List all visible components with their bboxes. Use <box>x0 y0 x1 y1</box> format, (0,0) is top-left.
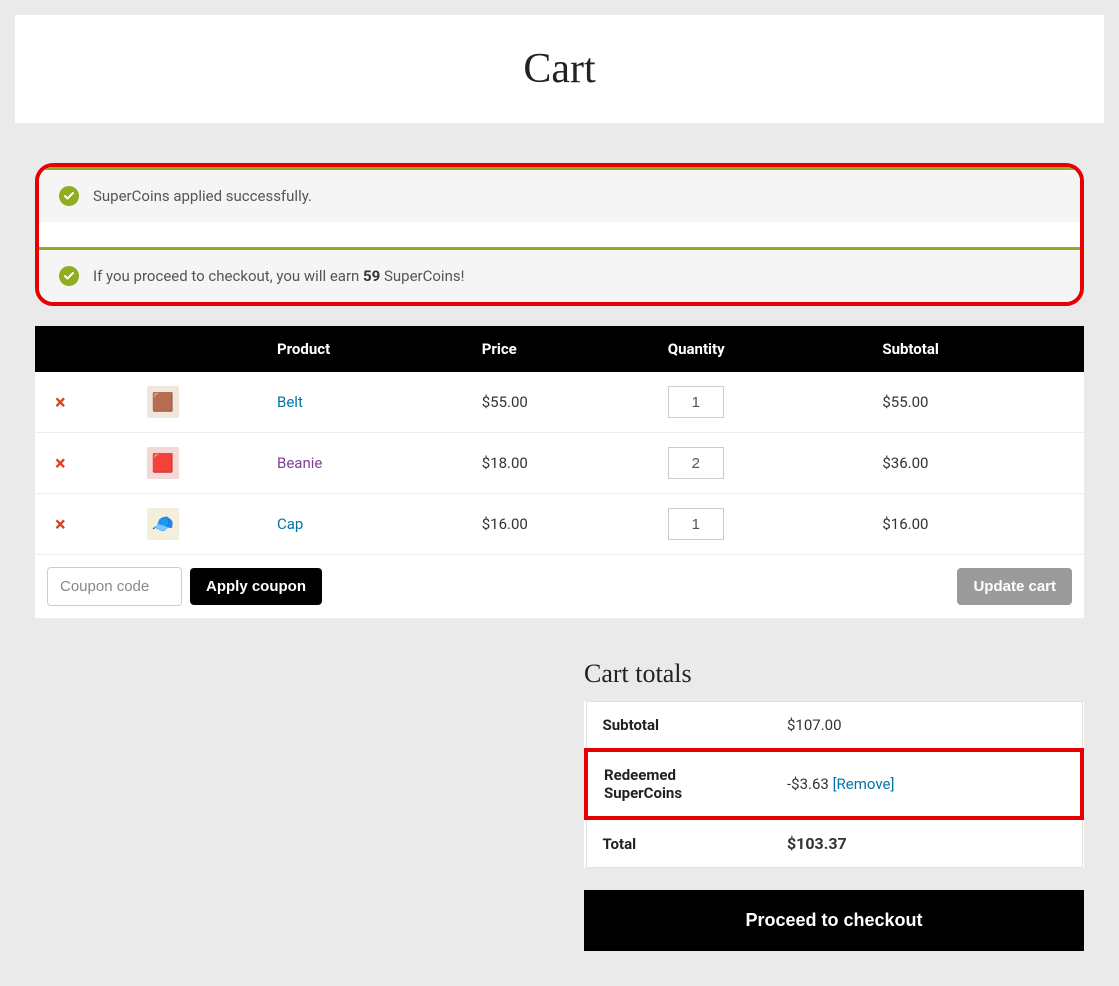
total-value: $103.37 <box>771 818 1082 868</box>
redeemed-value: -$3.63 <box>787 775 829 793</box>
quantity-input[interactable] <box>668 386 724 418</box>
notice-gap <box>39 222 1080 247</box>
table-row: × 🟥 Beanie $18.00 $36.00 <box>35 433 1084 494</box>
proceed-to-checkout-button[interactable]: Proceed to checkout <box>584 890 1084 951</box>
product-link[interactable]: Cap <box>277 515 303 533</box>
product-subtotal: $55.00 <box>870 372 1084 433</box>
apply-coupon-button[interactable]: Apply coupon <box>190 568 322 605</box>
totals-redeemed-row: Redeemed SuperCoins -$3.63 [Remove] <box>586 750 1082 818</box>
remove-item-link[interactable]: × <box>47 512 66 536</box>
cart-table: Product Price Quantity Subtotal × 🟫 Belt $5… <box>35 326 1084 619</box>
notices-callout: SuperCoins applied successfully. If you … <box>35 163 1084 306</box>
coupon-group: Apply coupon <box>47 567 322 606</box>
redeemed-label: Redeemed SuperCoins <box>586 750 771 818</box>
notice-supercoins-applied: SuperCoins applied successfully. <box>39 167 1080 222</box>
product-price: $18.00 <box>470 433 656 494</box>
page-title: Cart <box>15 45 1104 93</box>
product-price: $16.00 <box>470 494 656 555</box>
table-row: × 🟫 Belt $55.00 $55.00 <box>35 372 1084 433</box>
col-thumb-header <box>135 326 265 372</box>
product-subtotal: $16.00 <box>870 494 1084 555</box>
notice-earn-suffix: SuperCoins! <box>380 267 464 285</box>
quantity-input[interactable] <box>668 447 724 479</box>
col-price-header: Price <box>470 326 656 372</box>
remove-item-link[interactable]: × <box>47 451 66 475</box>
totals-table: Subtotal $107.00 Redeemed SuperCoins -$3… <box>584 701 1084 868</box>
product-link[interactable]: Belt <box>277 393 303 411</box>
total-label: Total <box>586 818 771 868</box>
check-icon <box>59 266 79 286</box>
notice-text: If you proceed to checkout, you will ear… <box>93 267 464 285</box>
redeemed-value-cell: -$3.63 [Remove] <box>771 750 1082 818</box>
update-cart-button[interactable]: Update cart <box>957 568 1072 605</box>
notice-earn-supercoins: If you proceed to checkout, you will ear… <box>39 247 1080 302</box>
col-subtotal-header: Subtotal <box>870 326 1084 372</box>
table-row: × 🧢 Cap $16.00 $16.00 <box>35 494 1084 555</box>
subtotal-label: Subtotal <box>586 702 771 751</box>
product-link[interactable]: Beanie <box>277 454 322 472</box>
col-remove-header <box>35 326 135 372</box>
totals-total-row: Total $103.37 <box>586 818 1082 868</box>
product-thumb: 🧢 <box>147 508 179 540</box>
remove-redeemed-link[interactable]: [Remove] <box>833 775 895 793</box>
check-icon <box>59 186 79 206</box>
product-thumb: 🟫 <box>147 386 179 418</box>
totals-subtotal-row: Subtotal $107.00 <box>586 702 1082 751</box>
notice-text: SuperCoins applied successfully. <box>93 187 312 205</box>
cart-actions-row: Apply coupon Update cart <box>35 555 1084 619</box>
notice-earn-amount: 59 <box>363 267 380 285</box>
notice-earn-prefix: If you proceed to checkout, you will ear… <box>93 267 363 285</box>
cart-totals: Cart totals Subtotal $107.00 Redeemed Su… <box>584 659 1084 951</box>
subtotal-value: $107.00 <box>771 702 1082 751</box>
product-thumb: 🟥 <box>147 447 179 479</box>
cart-totals-title: Cart totals <box>584 659 1084 689</box>
product-subtotal: $36.00 <box>870 433 1084 494</box>
coupon-input[interactable] <box>47 567 182 606</box>
col-quantity-header: Quantity <box>656 326 871 372</box>
quantity-input[interactable] <box>668 508 724 540</box>
product-price: $55.00 <box>470 372 656 433</box>
page-header: Cart <box>15 15 1104 123</box>
col-product-header: Product <box>265 326 470 372</box>
remove-item-link[interactable]: × <box>47 390 66 414</box>
